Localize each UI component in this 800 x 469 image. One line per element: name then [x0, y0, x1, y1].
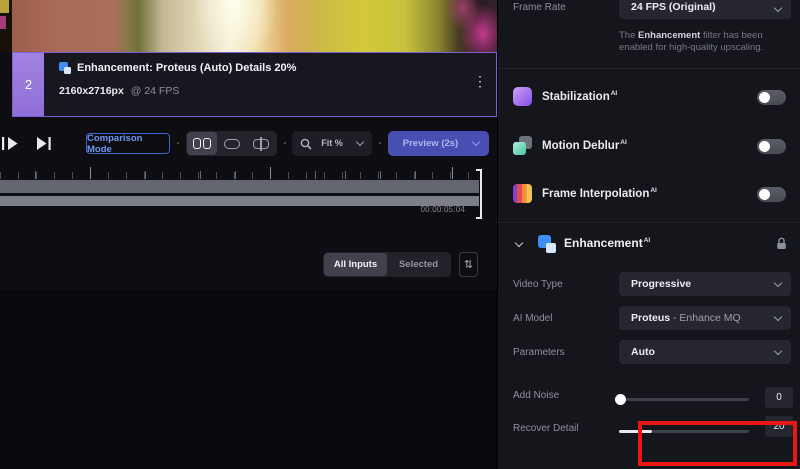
- view-mode-split[interactable]: [246, 132, 276, 155]
- ai-model-value: Proteus - Enhance MQ: [631, 312, 741, 324]
- parameters-value: Auto: [631, 346, 655, 358]
- ruler-tick: [235, 171, 236, 179]
- play-button[interactable]: [2, 136, 19, 156]
- video-preview-frame: [12, 0, 497, 52]
- sort-order-button[interactable]: ⇅: [459, 252, 478, 277]
- timeline-track-input[interactable]: [0, 180, 479, 193]
- frame-edge-highlight-2: [0, 16, 6, 29]
- ai-model-label: AI Model: [513, 313, 552, 324]
- add-noise-value[interactable]: 0: [765, 387, 793, 408]
- add-noise-label: Add Noise: [513, 390, 559, 401]
- stabilization-icon: [513, 87, 532, 106]
- clip-title-row: Enhancement: Proteus (Auto) Details 20%: [59, 62, 296, 74]
- frame-interpolation-row: Frame InterpolationAI: [513, 183, 788, 207]
- timeline-ruler: [0, 172, 479, 179]
- ruler-tick: [415, 171, 416, 179]
- comparison-mode-button[interactable]: Comparison Mode: [86, 133, 170, 154]
- frame-edge-highlight: [0, 0, 9, 13]
- enhancement-section-header: EnhancementAI: [498, 232, 800, 256]
- ruler-tick: [90, 167, 91, 179]
- add-noise-slider-track[interactable]: [619, 398, 749, 401]
- enhancement-note: The Enhancement filter has been enabled …: [619, 30, 795, 53]
- view-mode-single[interactable]: [217, 132, 247, 155]
- timeline-end-timestamp: 00:00:05:04: [400, 205, 465, 214]
- add-noise-slider-knob[interactable]: [615, 394, 626, 405]
- enhancement-title: EnhancementAI: [564, 236, 650, 250]
- chevron-down-icon: [472, 138, 480, 146]
- motion-deblur-label: Motion DeblurAI: [542, 139, 627, 152]
- clip-title: Enhancement: Proteus (Auto) Details 20%: [77, 62, 296, 74]
- video-ai-app: 2 Enhancement: Proteus (Auto) Details 20…: [0, 0, 800, 469]
- motion-deblur-row: Motion DeblurAI: [513, 135, 788, 159]
- toolbar-divider: [284, 142, 286, 144]
- ruler-tick: [452, 167, 453, 179]
- video-type-value: Progressive: [631, 278, 691, 290]
- recover-detail-slider-fill[interactable]: [619, 430, 652, 433]
- chevron-down-icon: [774, 347, 782, 355]
- video-frame-edge: [0, 0, 12, 52]
- recover-detail-label: Recover Detail: [513, 423, 579, 434]
- enhancement-icon: [538, 235, 556, 253]
- chevron-down-icon: [774, 279, 782, 287]
- ruler-tick: [380, 171, 381, 179]
- inputs-filter-toggle: All Inputs Selected: [323, 252, 451, 277]
- preview-button-label: Preview (2s): [388, 138, 473, 149]
- stabilization-label: StabilizationAI: [542, 90, 617, 103]
- settings-panel: Frame Rate 24 FPS (Original) The Enhance…: [497, 0, 800, 469]
- chevron-down-icon: [774, 4, 782, 12]
- zoom-level-dropdown[interactable]: Fit %: [292, 131, 372, 156]
- ruler-tick: [270, 167, 271, 179]
- motion-deblur-toggle[interactable]: [757, 139, 786, 154]
- preview-pane: 2 Enhancement: Proteus (Auto) Details 20…: [0, 0, 497, 469]
- split-view-icon: [253, 137, 269, 151]
- stabilization-toggle[interactable]: [757, 90, 786, 105]
- ruler-tick: [35, 171, 36, 179]
- selected-tab[interactable]: Selected: [387, 253, 450, 276]
- video-type-label: Video Type: [513, 279, 563, 290]
- ruler-tick: [345, 171, 346, 179]
- enhancement-icon: [59, 62, 71, 74]
- ruler-tick: [145, 171, 146, 179]
- all-inputs-tab[interactable]: All Inputs: [324, 253, 387, 276]
- video-type-dropdown[interactable]: Progressive: [619, 272, 791, 296]
- section-divider: [498, 68, 800, 69]
- frame-interpolation-icon: [513, 184, 532, 203]
- preview-render-button[interactable]: Preview (2s): [388, 131, 489, 156]
- timeline-empty-area: [0, 290, 497, 469]
- ai-model-dropdown[interactable]: Proteus - Enhance MQ: [619, 306, 791, 330]
- view-mode-group: [186, 131, 277, 156]
- clip-menu-button[interactable]: ⋮: [473, 74, 487, 88]
- parameters-label: Parameters: [513, 347, 565, 358]
- recover-detail-value[interactable]: 20: [765, 416, 793, 437]
- single-view-icon: [224, 139, 240, 149]
- recover-detail-slider-track[interactable]: [652, 430, 749, 433]
- ruler-tick: [315, 171, 316, 179]
- clip-meta-row: 2160x2716px @ 24 FPS: [59, 85, 179, 97]
- clip-number-badge: 2: [13, 53, 44, 116]
- collapse-chevron-icon[interactable]: [515, 239, 523, 247]
- lock-icon[interactable]: [776, 237, 787, 255]
- frame-rate-label: Frame Rate: [513, 2, 566, 13]
- selected-clip-card[interactable]: 2 Enhancement: Proteus (Auto) Details 20…: [12, 52, 497, 117]
- motion-deblur-icon: [513, 136, 532, 155]
- section-divider: [498, 222, 800, 223]
- skip-to-end-button[interactable]: [36, 136, 53, 156]
- toolbar-divider: [379, 142, 381, 144]
- frame-rate-value: 24 FPS (Original): [631, 1, 716, 13]
- chevron-down-icon: [774, 313, 782, 321]
- view-mode-side-by-side[interactable]: [187, 132, 217, 155]
- clip-framerate: @ 24 FPS: [131, 85, 180, 97]
- frame-interpolation-toggle[interactable]: [757, 187, 786, 202]
- parameters-dropdown[interactable]: Auto: [619, 340, 791, 364]
- frame-rate-dropdown[interactable]: 24 FPS (Original): [619, 0, 791, 19]
- toolbar-divider: [177, 142, 179, 144]
- frame-interpolation-label: Frame InterpolationAI: [542, 187, 657, 200]
- trim-end-handle[interactable]: [476, 169, 482, 219]
- side-by-side-icon: [193, 138, 211, 149]
- clip-resolution: 2160x2716px: [59, 85, 124, 97]
- stabilization-row: StabilizationAI: [513, 86, 788, 110]
- ruler-tick: [200, 171, 201, 179]
